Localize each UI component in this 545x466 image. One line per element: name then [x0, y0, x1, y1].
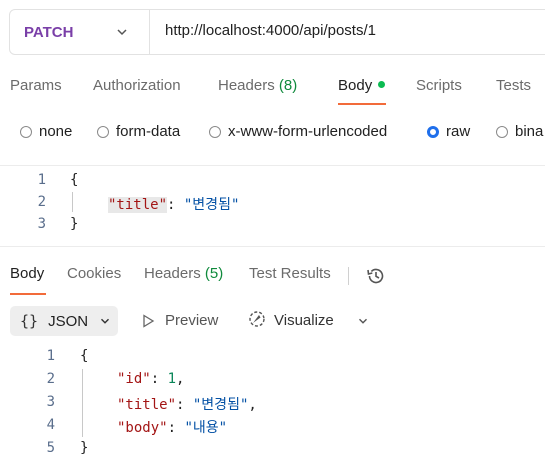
json-comma: ,	[176, 371, 185, 387]
tab-body-label: Body	[338, 77, 373, 94]
code-open-brace: {	[80, 348, 89, 364]
active-response-tab-underline	[10, 293, 46, 295]
play-icon	[143, 313, 155, 328]
tab-params-label: Params	[10, 77, 62, 94]
request-bar: PATCH http://localhost:4000/api/posts/1	[9, 9, 545, 55]
resp-tab-headers[interactable]: Headers (5)	[144, 265, 223, 282]
tab-headers-label: Headers	[218, 77, 275, 94]
radio-circle	[209, 125, 221, 138]
radio-raw[interactable]: raw	[427, 123, 470, 140]
code-line-title: "title": "변경됨",	[117, 397, 257, 413]
json-value: "변경됨"	[183, 197, 240, 213]
code-line-title: "title": "변경됨"	[108, 194, 239, 214]
line-number: 3	[37, 216, 46, 232]
request-body-editor[interactable]: 1 2 3 { "title": "변경됨" }	[0, 165, 545, 247]
line-number: 1	[46, 348, 55, 364]
radio-raw-label: raw	[446, 123, 471, 140]
visualize-icon	[249, 311, 265, 327]
resp-tab-body-label: Body	[10, 265, 45, 282]
code-open-brace: {	[70, 172, 79, 188]
braces-icon: {}	[20, 312, 39, 330]
tab-tests[interactable]: Tests	[496, 77, 531, 94]
radio-binary[interactable]: bina	[496, 123, 543, 140]
method-label: PATCH	[24, 23, 74, 41]
history-icon[interactable]	[365, 265, 387, 287]
line-number: 2	[37, 194, 46, 210]
response-body-viewer[interactable]: 1 2 3 4 5 { "id": 1, "title": "변경됨", "bo…	[0, 345, 545, 466]
resp-tab-test-results-label: Test Results	[249, 265, 331, 282]
active-tab-underline	[338, 103, 386, 105]
resp-tab-cookies[interactable]: Cookies	[67, 265, 121, 282]
json-value: "변경됨"	[192, 397, 249, 413]
radio-urlencoded-label: x-www-form-urlencoded	[228, 123, 388, 140]
response-tabs: Body Cookies Headers (5) Test Results	[0, 255, 545, 297]
line-number: 4	[46, 417, 55, 433]
tab-body[interactable]: Body	[338, 77, 386, 94]
code-close-brace: }	[80, 440, 89, 456]
tab-authorization[interactable]: Authorization	[93, 77, 181, 94]
resp-tab-headers-label: Headers	[144, 265, 201, 282]
radio-circle-selected	[427, 125, 439, 138]
chevron-down-icon[interactable]	[356, 314, 370, 328]
tab-tests-label: Tests	[496, 77, 532, 94]
visualize-button[interactable]: Visualize	[247, 311, 334, 329]
format-selector[interactable]: {} JSON	[10, 306, 118, 336]
radio-none[interactable]: none	[20, 123, 72, 140]
chevron-down-icon	[101, 318, 110, 324]
radio-binary-label: bina	[515, 123, 544, 140]
body-type-options: none form-data x-www-form-urlencoded raw…	[0, 116, 545, 146]
json-key: "body"	[117, 420, 168, 436]
request-tabs: Params Authorization Headers (8) Body Sc…	[0, 67, 545, 107]
radio-form-data-label: form-data	[116, 123, 181, 140]
visualize-label: Visualize	[274, 312, 334, 329]
resp-tab-headers-count: (5)	[204, 265, 224, 282]
resp-tab-cookies-label: Cookies	[67, 265, 122, 282]
json-key: "title"	[117, 397, 177, 413]
code-line-id: "id": 1,	[117, 371, 185, 387]
radio-circle	[20, 125, 32, 138]
resp-tab-body[interactable]: Body	[10, 265, 44, 282]
radio-circle	[496, 125, 508, 138]
chevron-down-icon	[117, 29, 127, 36]
tab-scripts[interactable]: Scripts	[416, 77, 462, 94]
response-toolbar: {} JSON Preview Visualize	[0, 300, 545, 340]
json-comma: ,	[248, 397, 257, 413]
code-line-body: "body": "내용"	[117, 420, 228, 436]
json-colon: :	[167, 197, 184, 213]
line-number: 1	[37, 172, 46, 188]
code-close-brace: }	[70, 216, 79, 232]
resp-tab-test-results[interactable]: Test Results	[249, 265, 331, 282]
radio-form-data[interactable]: form-data	[97, 123, 180, 140]
format-label: JSON	[48, 312, 89, 330]
body-modified-dot	[378, 80, 386, 88]
radio-circle	[97, 125, 109, 138]
line-number: 2	[46, 371, 55, 387]
indent-guide	[82, 369, 83, 437]
json-key: "title"	[108, 197, 168, 213]
radio-x-www-form-urlencoded[interactable]: x-www-form-urlencoded	[209, 123, 387, 140]
json-key: "id"	[117, 371, 151, 387]
tab-authorization-label: Authorization	[93, 77, 181, 94]
url-input[interactable]: http://localhost:4000/api/posts/1	[165, 22, 376, 39]
tab-params[interactable]: Params	[10, 77, 62, 94]
tab-headers-count: (8)	[278, 77, 298, 94]
line-number: 5	[46, 440, 55, 456]
tab-headers[interactable]: Headers (8)	[218, 77, 297, 94]
indent-guide	[72, 192, 73, 212]
json-value: 1	[167, 371, 177, 387]
radio-none-label: none	[39, 123, 73, 140]
preview-button[interactable]: Preview	[141, 312, 218, 329]
json-value: "내용"	[184, 420, 228, 436]
method-selector[interactable]: PATCH	[10, 10, 150, 54]
line-number: 3	[46, 394, 55, 410]
tab-divider	[348, 267, 349, 285]
tab-scripts-label: Scripts	[416, 77, 462, 94]
preview-label: Preview	[165, 312, 219, 329]
